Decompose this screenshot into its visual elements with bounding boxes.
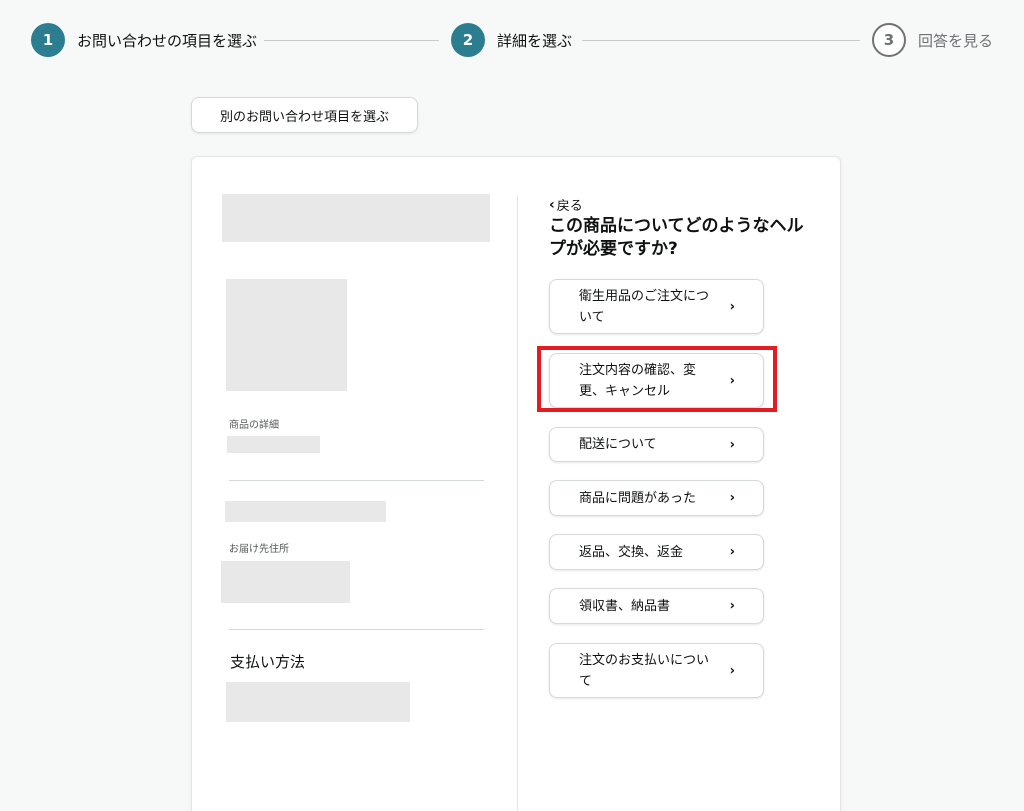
shipping-address-placeholder: [221, 561, 350, 603]
option-hygiene-orders[interactable]: 衛生用品のご注文について ›: [549, 279, 764, 334]
option-label: 返品、交換、返金: [579, 544, 684, 560]
option-order-payment[interactable]: 注文のお支払いについて ›: [549, 643, 764, 698]
help-question-heading: この商品についてどのようなヘルプが必要ですか?: [549, 216, 804, 259]
section-divider: [229, 629, 484, 630]
option-returns-exchanges-refunds[interactable]: 返品、交換、返金 ›: [549, 534, 764, 570]
payment-method-title: 支払い方法: [230, 653, 306, 671]
product-image-placeholder: [226, 279, 347, 391]
chevron-right-icon: ›: [729, 598, 735, 614]
step-1-label: お問い合わせの項目を選ぶ: [77, 32, 258, 50]
option-order-confirm-change-cancel[interactable]: 注文内容の確認、変更、キャンセル ›: [549, 353, 764, 408]
option-label: 注文のお支払いについて: [579, 652, 710, 689]
section-divider: [229, 480, 484, 481]
payment-method-placeholder: [226, 682, 410, 722]
option-delivery[interactable]: 配送について ›: [549, 427, 764, 462]
step-1-circle: 1: [31, 23, 65, 57]
product-details-label: 商品の詳細: [229, 420, 279, 431]
chevron-right-icon: ›: [729, 663, 735, 678]
step-connector-1: [264, 40, 439, 41]
order-header-placeholder: [222, 194, 490, 242]
step-2-label: 詳細を選ぶ: [497, 32, 573, 50]
option-label: 衛生用品のご注文について: [579, 288, 710, 325]
chevron-right-icon: ›: [729, 490, 735, 506]
chevron-right-icon: ›: [729, 299, 735, 314]
step-connector-2: [582, 40, 860, 41]
option-label: 配送について: [579, 437, 657, 452]
chevron-right-icon: ›: [729, 544, 735, 560]
back-link[interactable]: ‹ 戻る: [549, 195, 583, 215]
option-product-problem[interactable]: 商品に問題があった ›: [549, 480, 764, 516]
option-label: 領収書、納品書: [579, 598, 671, 614]
option-label: 注文内容の確認、変更、キャンセル: [579, 362, 697, 399]
chevron-right-icon: ›: [729, 437, 735, 452]
back-link-label: 戻る: [556, 199, 583, 214]
step-2-circle: 2: [451, 23, 485, 57]
column-divider: [517, 195, 518, 811]
option-receipts-invoices[interactable]: 領収書、納品書 ›: [549, 588, 764, 624]
step-3-label: 回答を見る: [918, 32, 994, 50]
choose-other-topic-button[interactable]: 別のお問い合わせ項目を選ぶ: [191, 97, 418, 133]
order-help-card: 商品の詳細 お届け先住所 支払い方法 ‹ 戻る この商品についてどのようなヘルプ…: [191, 156, 841, 811]
step-3-circle: 3: [872, 23, 906, 57]
product-details-placeholder: [227, 436, 320, 453]
chevron-right-icon: ›: [729, 373, 735, 388]
recipient-placeholder: [225, 501, 386, 522]
option-label: 商品に問題があった: [579, 490, 697, 506]
shipping-address-label: お届け先住所: [229, 544, 289, 555]
chevron-left-icon: ‹: [549, 196, 555, 213]
progress-stepper: 1 お問い合わせの項目を選ぶ 2 詳細を選ぶ 3 回答を見る: [0, 0, 1024, 80]
